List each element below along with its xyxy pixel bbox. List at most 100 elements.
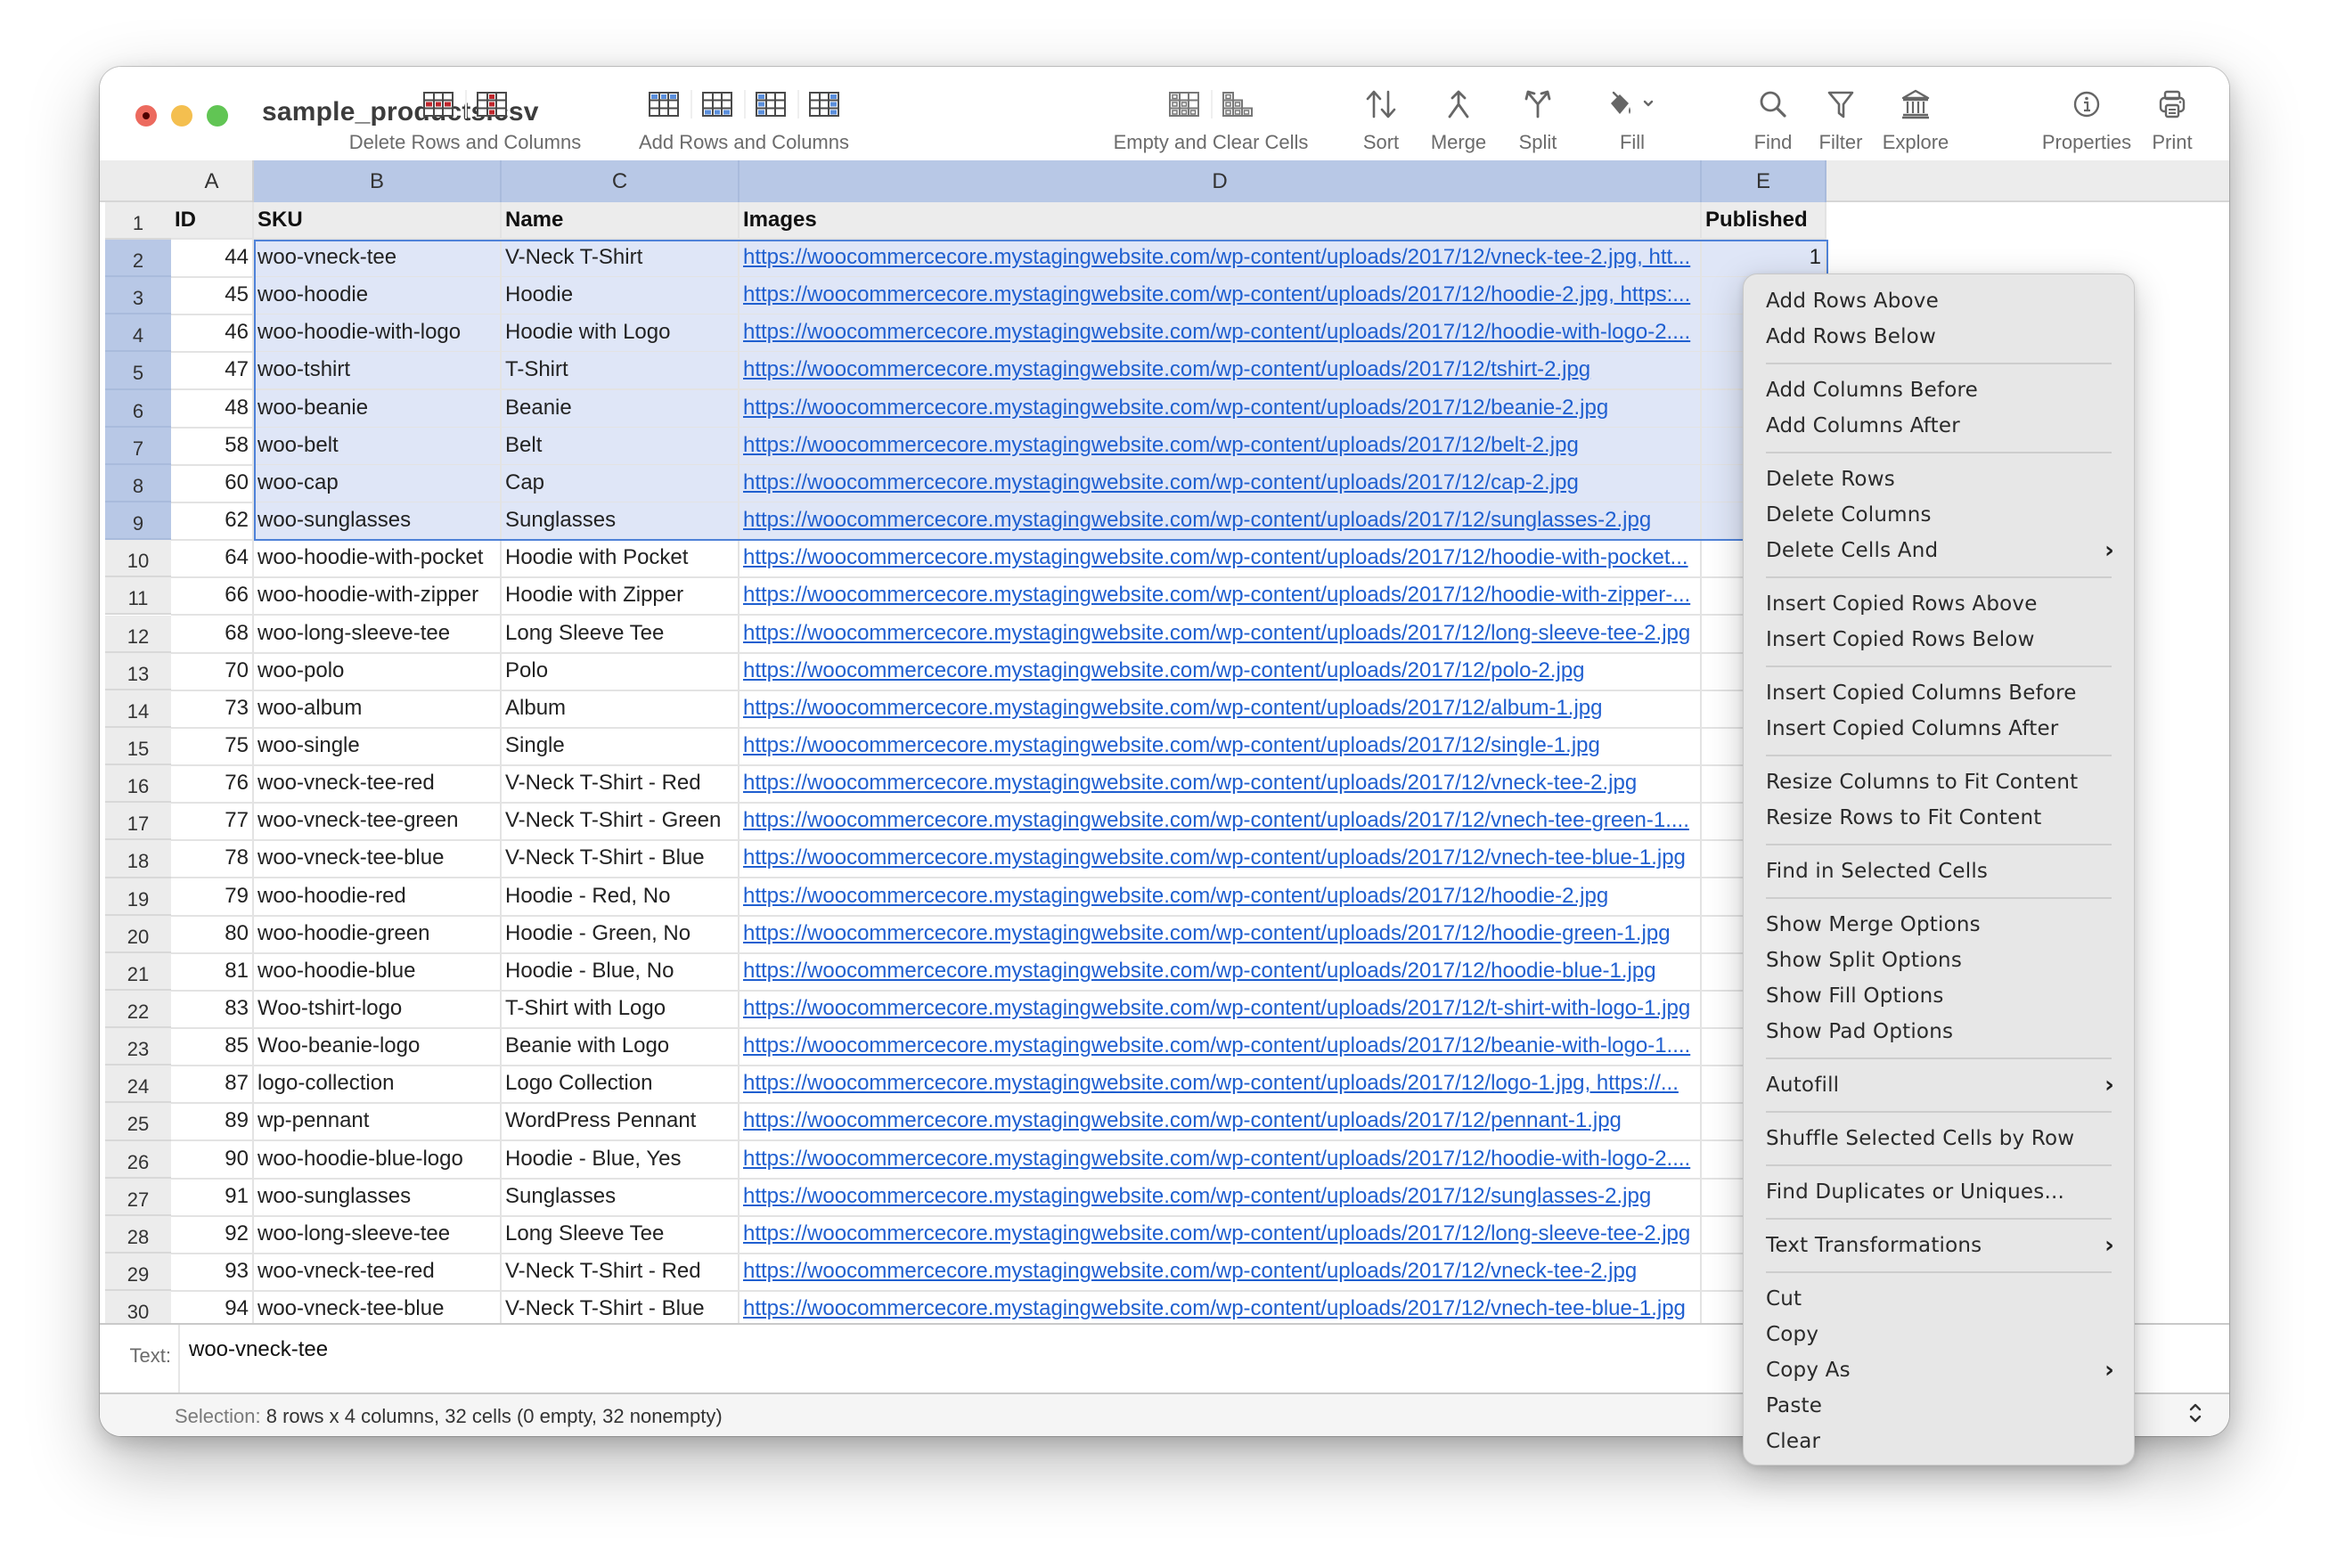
cell-sku[interactable]: woo-hoodie-with-pocket (254, 540, 502, 579)
cell-id[interactable]: 73 (171, 690, 254, 729)
menu-item-cut[interactable]: Cut (1744, 1281, 2134, 1317)
cell-id[interactable]: 76 (171, 765, 254, 804)
explore-button[interactable]: Explore (1871, 67, 1960, 160)
row-header[interactable]: 7 (105, 427, 171, 465)
delete-row-icon[interactable] (412, 86, 465, 122)
cell-sku[interactable]: Woo-beanie-logo (254, 1028, 502, 1067)
row-header[interactable]: 1 (105, 202, 171, 240)
cell-name[interactable]: Long Sleeve Tee (502, 1215, 740, 1254)
cell-sku[interactable]: woo-vneck-tee-blue (254, 840, 502, 879)
cell-id[interactable]: 85 (171, 1028, 254, 1067)
column-header-e[interactable]: E (1702, 160, 1826, 202)
cell-id[interactable]: 48 (171, 389, 254, 429)
cell-id[interactable]: 79 (171, 878, 254, 917)
cell-images[interactable]: https://woocommercecore.mystagingwebsite… (740, 765, 1702, 804)
menu-item-delete-cells-and[interactable]: Delete Cells And › (1744, 533, 2134, 568)
row-header[interactable]: 29 (105, 1254, 171, 1292)
column-title-cell[interactable]: Name (502, 202, 740, 240)
menu-item-insert-copied-rows-below[interactable]: Insert Copied Rows Below (1744, 622, 2134, 657)
cell-images[interactable]: https://woocommercecore.mystagingwebsite… (740, 1103, 1702, 1142)
cell-id[interactable]: 77 (171, 803, 254, 842)
menu-item-find-duplicates-or-uniques[interactable]: Find Duplicates or Uniques... (1744, 1174, 2134, 1210)
cell-images[interactable]: https://woocommercecore.mystagingwebsite… (740, 652, 1702, 691)
cell-id[interactable]: 46 (171, 314, 254, 354)
cell-id[interactable]: 60 (171, 464, 254, 503)
cell-images[interactable]: https://woocommercecore.mystagingwebsite… (740, 952, 1702, 992)
cell-id[interactable]: 44 (171, 240, 254, 278)
menu-item-copy[interactable]: Copy (1744, 1317, 2134, 1352)
filter-button[interactable]: Filter (1805, 67, 1876, 160)
clear-cells-icon[interactable] (1211, 86, 1264, 122)
cell-id[interactable]: 70 (171, 652, 254, 691)
cell-name[interactable]: WordPress Pennant (502, 1103, 740, 1142)
cell-name[interactable]: Album (502, 690, 740, 729)
cell-sku[interactable]: woo-long-sleeve-tee (254, 615, 502, 654)
cell-name[interactable]: Hoodie - Blue, No (502, 952, 740, 992)
row-header[interactable]: 23 (105, 1028, 171, 1066)
menu-item-clear[interactable]: Clear (1744, 1424, 2134, 1459)
cell-images[interactable]: https://woocommercecore.mystagingwebsite… (740, 577, 1702, 617)
find-button[interactable]: Find (1737, 67, 1809, 160)
cell-id[interactable]: 94 (171, 1291, 254, 1323)
delete-column-icon[interactable] (465, 86, 519, 122)
menu-item-insert-copied-rows-above[interactable]: Insert Copied Rows Above (1744, 586, 2134, 622)
row-header[interactable]: 26 (105, 1140, 171, 1179)
cell-images[interactable]: https://woocommercecore.mystagingwebsite… (740, 464, 1702, 503)
cell-sku[interactable]: woo-hoodie-red (254, 878, 502, 917)
cell-images[interactable]: https://woocommercecore.mystagingwebsite… (740, 314, 1702, 354)
cell-name[interactable]: Sunglasses (502, 1178, 740, 1217)
cell-sku[interactable]: woo-beanie (254, 389, 502, 429)
cell-images[interactable]: https://woocommercecore.mystagingwebsite… (740, 727, 1702, 766)
column-header-b[interactable]: B (254, 160, 502, 202)
zoom-window-button[interactable] (207, 105, 228, 127)
cell-images[interactable]: https://woocommercecore.mystagingwebsite… (740, 389, 1702, 429)
column-header-a[interactable]: A (171, 160, 254, 202)
cell-sku[interactable]: woo-polo (254, 652, 502, 691)
cell-images[interactable]: https://woocommercecore.mystagingwebsite… (740, 1066, 1702, 1105)
menu-item-paste[interactable]: Paste (1744, 1388, 2134, 1424)
cell-images[interactable]: https://woocommercecore.mystagingwebsite… (740, 1028, 1702, 1067)
row-header[interactable]: 4 (105, 314, 171, 353)
row-header[interactable]: 11 (105, 577, 171, 616)
cell-id[interactable]: 68 (171, 615, 254, 654)
cell-name[interactable]: Hoodie with Pocket (502, 540, 740, 579)
cell-name[interactable]: V-Neck T-Shirt - Blue (502, 840, 740, 879)
fill-button[interactable]: Fill (1579, 67, 1686, 160)
column-title-cell[interactable]: ID (171, 202, 254, 240)
cell-id[interactable]: 92 (171, 1215, 254, 1254)
menu-item-add-columns-after[interactable]: Add Columns After (1744, 408, 2134, 444)
cell-name[interactable]: Hoodie (502, 277, 740, 316)
cell-name[interactable]: V-Neck T-Shirt (502, 240, 740, 278)
cell-text-field[interactable]: woo-vneck-tee (189, 1337, 328, 1362)
cell-id[interactable]: 91 (171, 1178, 254, 1217)
cell-name[interactable]: Single (502, 727, 740, 766)
cell-sku[interactable]: logo-collection (254, 1066, 502, 1105)
cell-name[interactable]: V-Neck T-Shirt - Red (502, 765, 740, 804)
cell-sku[interactable]: woo-hoodie-with-logo (254, 314, 502, 354)
cell-sku[interactable]: woo-long-sleeve-tee (254, 1215, 502, 1254)
row-header[interactable]: 20 (105, 915, 171, 953)
row-header[interactable]: 5 (105, 352, 171, 390)
cell-id[interactable]: 83 (171, 991, 254, 1029)
menu-item-delete-rows[interactable]: Delete Rows (1744, 461, 2134, 497)
menu-item-find-in-selected-cells[interactable]: Find in Selected Cells (1744, 853, 2134, 889)
row-header[interactable]: 30 (105, 1291, 171, 1323)
menu-item-delete-columns[interactable]: Delete Columns (1744, 497, 2134, 533)
row-header[interactable]: 22 (105, 991, 171, 1029)
cell-images[interactable]: https://woocommercecore.mystagingwebsite… (740, 502, 1702, 542)
menu-item-show-split-options[interactable]: Show Split Options (1744, 943, 2134, 978)
minimize-window-button[interactable] (171, 105, 192, 127)
cell-sku[interactable]: woo-hoodie-with-zipper (254, 577, 502, 617)
row-header[interactable]: 21 (105, 952, 171, 991)
menu-item-copy-as[interactable]: Copy As › (1744, 1352, 2134, 1388)
row-header[interactable]: 9 (105, 502, 171, 541)
menu-item-add-columns-before[interactable]: Add Columns Before (1744, 372, 2134, 408)
row-header[interactable]: 10 (105, 540, 171, 578)
column-header-c[interactable]: C (502, 160, 740, 202)
row-header[interactable]: 14 (105, 690, 171, 728)
cell-name[interactable]: T-Shirt (502, 352, 740, 391)
cell-id[interactable]: 64 (171, 540, 254, 579)
menu-item-show-pad-options[interactable]: Show Pad Options (1744, 1014, 2134, 1049)
cell-id[interactable]: 90 (171, 1140, 254, 1180)
column-title-cell[interactable]: Images (740, 202, 1702, 240)
